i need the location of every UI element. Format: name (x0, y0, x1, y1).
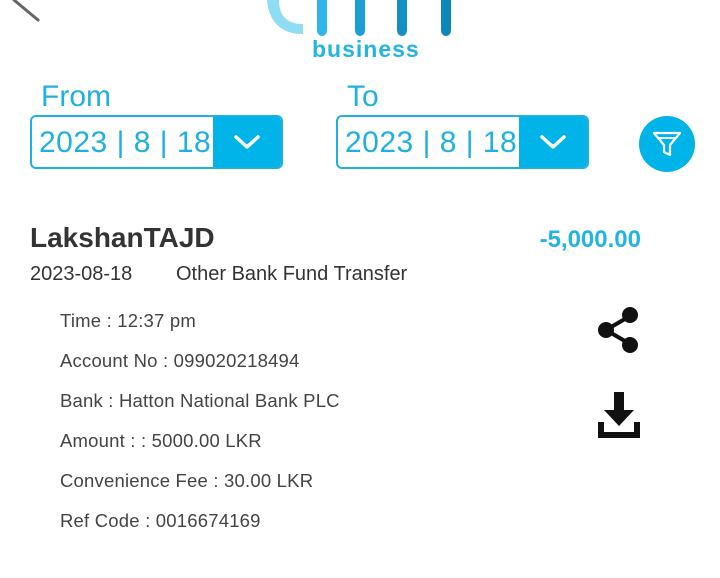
from-dropdown-button[interactable] (213, 117, 281, 167)
detail-convenience-fee: Convenience Fee : 30.00 LKR (60, 470, 314, 491)
filter-icon (652, 131, 682, 157)
detail-time: Time : 12:37 pm (60, 310, 196, 331)
download-icon (598, 392, 640, 438)
logo-mark (267, 0, 451, 36)
from-label: From (41, 80, 111, 113)
chevron-down-icon (540, 135, 566, 149)
from-date-picker[interactable]: 2023 | 8 | 18 (30, 115, 283, 169)
share-icon (598, 307, 638, 353)
back-arrow-icon (12, 0, 40, 22)
to-date-picker[interactable]: 2023 | 8 | 18 (336, 115, 589, 169)
back-button[interactable] (4, 0, 40, 24)
detail-bank: Bank : Hatton National Bank PLC (60, 390, 340, 411)
download-button[interactable] (596, 390, 642, 440)
to-dropdown-button[interactable] (519, 117, 587, 167)
transaction-date: 2023-08-18 (30, 263, 133, 285)
detail-account-no: Account No : 099020218494 (60, 350, 300, 371)
logo-text: business (312, 36, 420, 62)
transaction-amount: -5,000.00 (539, 226, 641, 253)
transaction-history-screen: business From 2023 | 8 | 18 To 2023 | 8 … (0, 0, 720, 578)
detail-ref-code: Ref Code : 0016674169 (60, 510, 261, 531)
transaction-type: Other Bank Fund Transfer (176, 263, 408, 285)
detail-amount: Amount : : 5000.00 LKR (60, 430, 262, 451)
from-date-value: 2023 | 8 | 18 (39, 126, 212, 159)
filter-button[interactable] (639, 116, 695, 172)
to-date-value: 2023 | 8 | 18 (345, 126, 518, 159)
chevron-down-icon (234, 135, 260, 149)
share-button[interactable] (596, 306, 642, 354)
to-label: To (347, 80, 379, 113)
transaction-name: LakshanTAJD (30, 222, 215, 253)
